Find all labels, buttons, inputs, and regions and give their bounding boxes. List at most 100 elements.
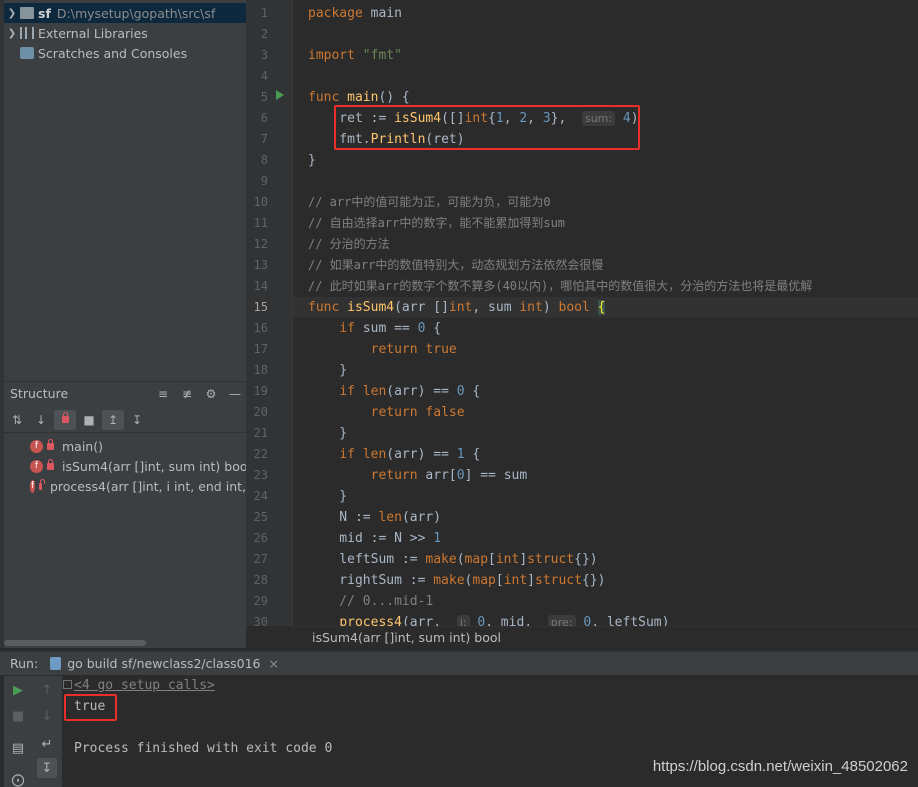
close-icon[interactable]: × <box>269 656 279 671</box>
run-config-tab[interactable]: go build sf/newclass2/class016 × <box>50 656 279 671</box>
tree-item-scratches[interactable]: Scratches and Consoles <box>4 43 246 63</box>
line-number: 26 <box>253 531 268 545</box>
hide-icon[interactable]: — <box>224 384 246 404</box>
collapse-all-icon[interactable]: ≢ <box>176 384 198 404</box>
project-panel <box>0 0 246 648</box>
collapsed-setup-calls[interactable]: <4 go setup calls> <box>63 678 215 693</box>
line-number: 9 <box>260 174 268 188</box>
tree-item-external-libraries[interactable]: ❯ External Libraries <box>4 23 246 43</box>
line-number: 15 <box>253 300 268 314</box>
code-line: func isSum4(arr []int, sum int) bool { <box>308 300 606 315</box>
gear-icon[interactable]: ⚙ <box>200 384 222 404</box>
code-line: rightSum := make(map[int]struct{}) <box>308 573 606 588</box>
go-file-icon <box>50 657 62 670</box>
breadcrumb-bar: isSum4(arr []int, sum int) bool <box>292 626 918 648</box>
line-number: 1 <box>260 6 268 20</box>
line-number: 16 <box>253 321 268 335</box>
param-hint: i: <box>456 615 470 626</box>
code-line: package main <box>308 6 402 21</box>
line-number: 18 <box>253 363 268 377</box>
line-number: 23 <box>253 468 268 482</box>
line-number: 30 <box>253 615 268 626</box>
code-line: if len(arr) == 1 { <box>339 447 481 462</box>
lock-icon <box>39 478 45 490</box>
line-number: 2 <box>260 27 268 41</box>
comment-line: // 自由选择arr中的数字，能不能累加得到sum <box>308 216 566 230</box>
line-number: 14 <box>253 279 268 293</box>
line-number: 8 <box>260 153 268 167</box>
breadcrumb[interactable]: isSum4(arr []int, sum int) bool <box>312 630 501 645</box>
structure-toolbar: ⇅ ↓ ■ ↥ ↧ <box>4 407 246 433</box>
rerun-icon[interactable]: ▶ <box>8 680 28 700</box>
arrow-up-icon[interactable]: ↑ <box>37 680 57 700</box>
line-number: 19 <box>253 384 268 398</box>
code-line: } <box>308 489 348 504</box>
line-number: 5 <box>260 90 268 104</box>
code-line: // 0...mid-1 <box>308 594 434 609</box>
horizontal-scrollbar[interactable] <box>4 640 146 646</box>
line-number: 17 <box>253 342 268 356</box>
stop-icon[interactable]: ■ <box>8 706 28 726</box>
scroll-to-end-icon[interactable]: ↧ <box>37 758 57 778</box>
line-number: 13 <box>253 258 268 272</box>
structure-item-label: main() <box>62 438 103 454</box>
line-number: 28 <box>253 573 268 587</box>
code-line: leftSum := make(map[int]struct{}) <box>308 552 598 567</box>
code-line: } <box>308 426 348 441</box>
line-number: 22 <box>253 447 268 461</box>
code-line: if sum == 0 { <box>339 321 442 336</box>
line-number: 11 <box>253 216 268 230</box>
lock-icon <box>47 458 54 470</box>
structure-item[interactable]: f isSum4(arr []int, sum int) bool <box>4 456 251 476</box>
line-number: 6 <box>260 111 268 125</box>
param-hint: pre: <box>547 615 576 626</box>
sort-visibility-icon[interactable]: ⇅ <box>6 410 28 430</box>
soft-wrap-icon[interactable]: ↵ <box>37 734 57 754</box>
code-line: if len(arr) == 0 { <box>339 384 481 399</box>
run-label: Run: <box>10 656 39 671</box>
arrow-down-icon[interactable]: ↓ <box>37 706 57 726</box>
code-line: N := len(arr) <box>308 510 442 525</box>
structure-item[interactable]: f process4(arr []int, i int, end int, <box>4 476 246 496</box>
expand-all-icon[interactable]: ≡ <box>152 384 174 404</box>
left-tool-strip <box>0 0 4 648</box>
comment-line: // 如果arr中的数值特别大，动态规划方法依然会很慢 <box>308 258 604 272</box>
code-line: import "fmt" <box>308 48 402 63</box>
run-toolbar: ▶ ■ ▤ ⨀ <box>4 676 32 787</box>
structure-title: Structure <box>10 386 69 401</box>
project-root-row[interactable]: ❯ sf D:\mysetup\gopath\src\sf <box>4 3 246 23</box>
run-gutter-icon[interactable] <box>276 90 284 100</box>
code-line: process4(arr, i: 0, mid, pre: 0, leftSum… <box>308 612 669 626</box>
highlight-box-call <box>334 105 640 150</box>
chevron-right-icon[interactable]: ❯ <box>4 28 20 39</box>
line-number: 29 <box>253 594 268 608</box>
comment-line: // arr中的值可能为正，可能为负，可能为0 <box>308 195 551 209</box>
chevron-right-icon[interactable]: ❯ <box>4 8 20 19</box>
run-config-label: go build sf/newclass2/class016 <box>67 656 261 671</box>
pin-icon[interactable]: ⨀ <box>8 770 28 787</box>
library-icon <box>20 27 34 39</box>
run-tool-header: Run: go build sf/newclass2/class016 × <box>0 651 918 675</box>
code-line: } <box>308 153 316 168</box>
show-private-lock-icon[interactable] <box>54 409 76 430</box>
line-number: 7 <box>260 132 268 146</box>
comment-line: // 分治的方法 <box>308 237 390 251</box>
layout-icon[interactable]: ▤ <box>8 738 28 758</box>
autoscroll-to-source-icon[interactable]: ↥ <box>102 409 124 430</box>
structure-item[interactable]: f main() <box>4 436 103 456</box>
line-number: 20 <box>253 405 268 419</box>
function-badge-icon: f <box>30 439 43 453</box>
show-folders-icon[interactable]: ■ <box>78 410 100 430</box>
fold-icon[interactable] <box>63 680 72 689</box>
tree-item-label: Scratches and Consoles <box>38 45 188 61</box>
scratch-icon <box>20 47 34 59</box>
line-number: 25 <box>253 510 268 524</box>
gutter-divider <box>292 0 293 626</box>
code-line: } <box>308 363 348 378</box>
structure-header: Structure ≡ ≢ ⚙ — <box>4 381 246 405</box>
structure-item-label: process4(arr []int, i int, end int, <box>49 478 246 494</box>
sort-alpha-icon[interactable]: ↓ <box>30 410 52 430</box>
line-number: 12 <box>253 237 268 251</box>
code-line: return true <box>370 342 457 357</box>
autoscroll-from-source-icon[interactable]: ↧ <box>126 410 148 430</box>
